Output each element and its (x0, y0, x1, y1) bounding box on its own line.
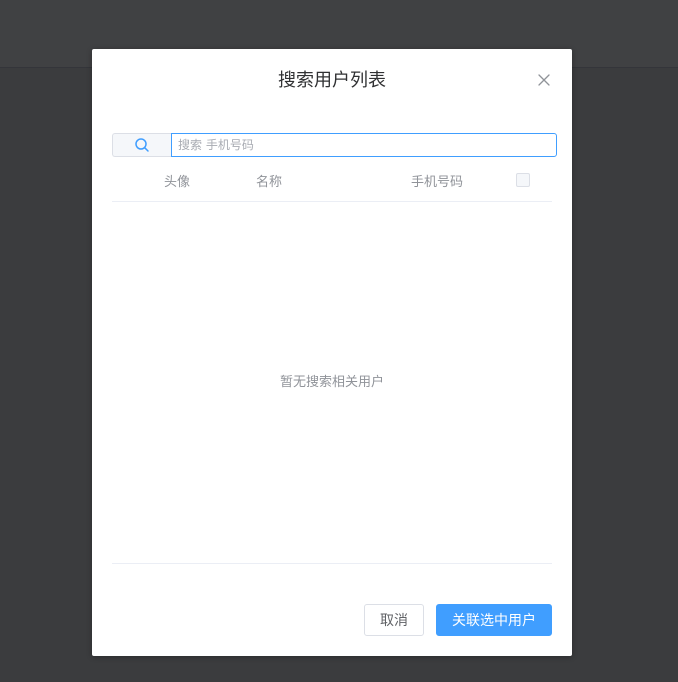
user-table-body: 暂无搜索相关用户 (112, 202, 552, 564)
empty-state-text: 暂无搜索相关用户 (279, 375, 384, 390)
search-button[interactable] (112, 133, 171, 157)
search-bar (112, 133, 557, 157)
search-icon (135, 138, 149, 152)
search-users-dialog: 搜索用户列表 头像 名称 手机号码 暂无搜索相关用户 取消 关联选中用户 (92, 49, 572, 656)
cancel-button[interactable]: 取消 (364, 604, 424, 636)
dialog-title: 搜索用户列表 (278, 70, 386, 91)
close-icon (538, 74, 550, 86)
select-all-checkbox[interactable] (516, 173, 530, 187)
column-header-avatar: 头像 (164, 175, 191, 190)
user-table-header: 头像 名称 手机号码 (112, 164, 552, 202)
close-button[interactable] (535, 71, 553, 89)
link-selected-users-button[interactable]: 关联选中用户 (436, 604, 552, 636)
phone-search-input[interactable] (171, 133, 557, 157)
column-header-phone: 手机号码 (411, 175, 464, 190)
column-header-name: 名称 (256, 175, 283, 190)
